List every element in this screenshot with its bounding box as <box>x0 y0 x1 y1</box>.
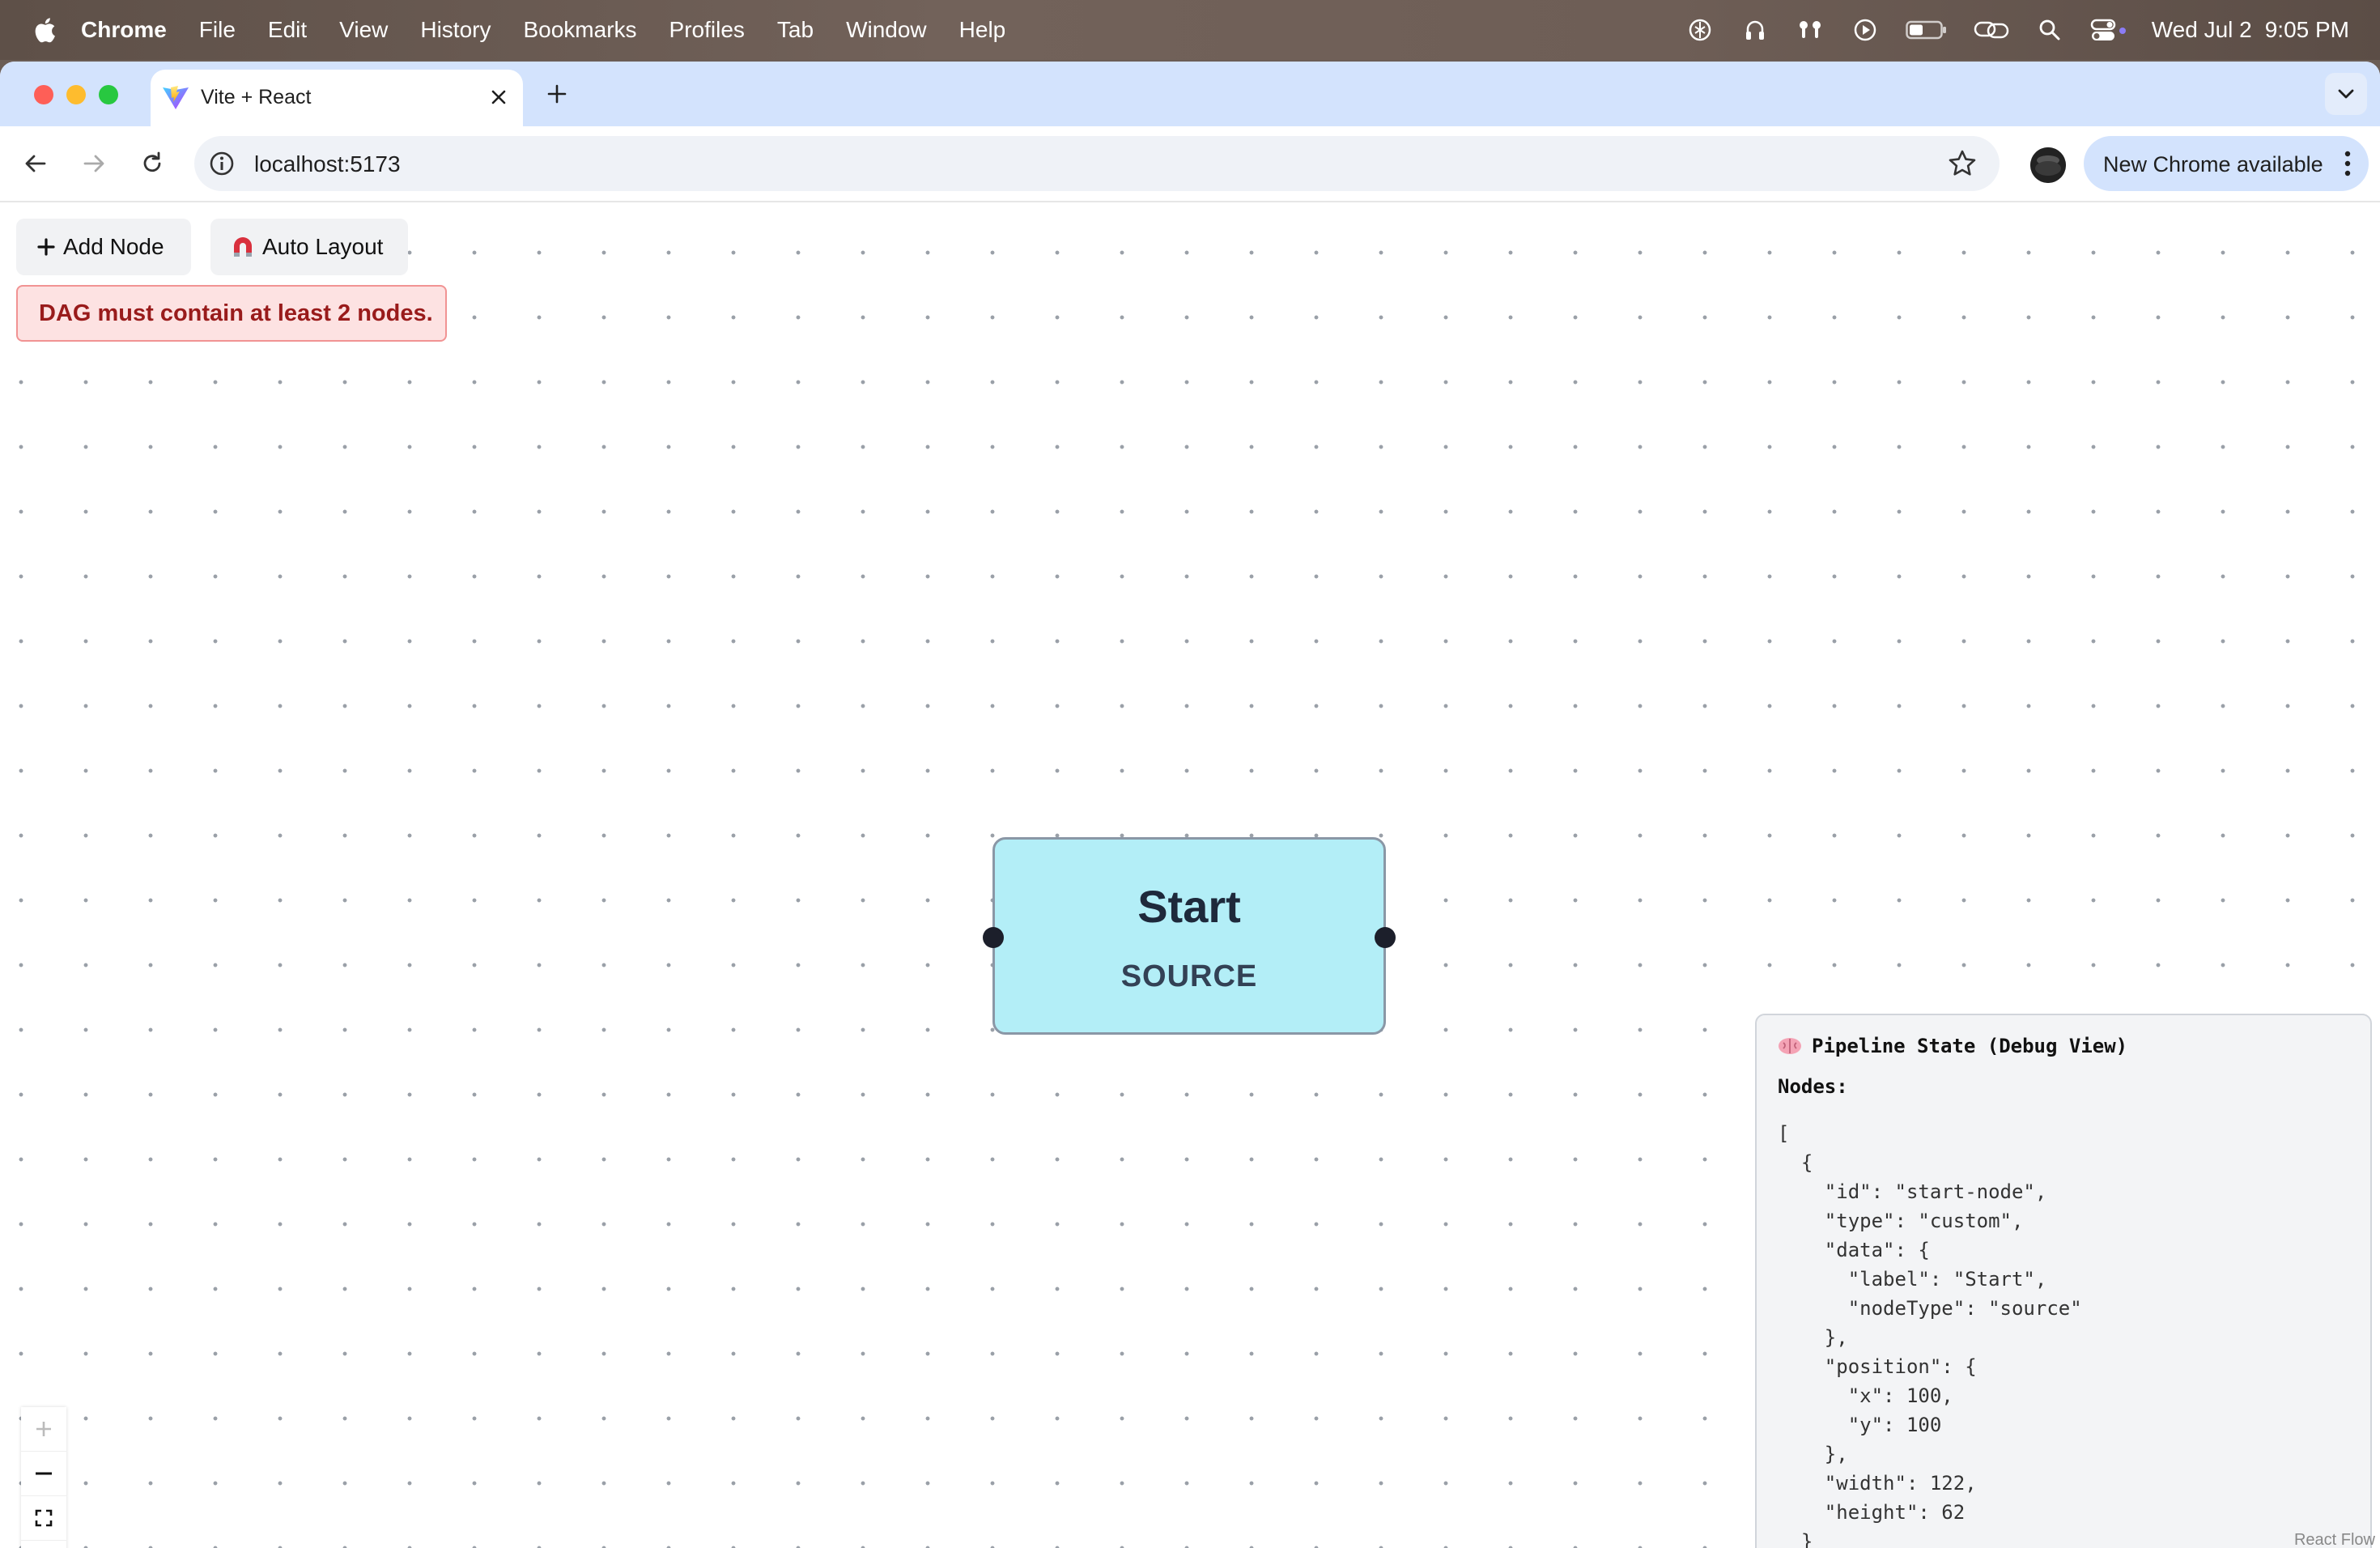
play-icon[interactable] <box>1851 15 1880 45</box>
apple-icon[interactable] <box>32 16 57 44</box>
menu-tab[interactable]: Tab <box>777 17 814 43</box>
window-maximize-button[interactable] <box>99 85 118 104</box>
tab-strip: Vite + React <box>0 62 2380 126</box>
back-arrow-icon[interactable] <box>16 144 55 183</box>
flow-canvas[interactable]: Add Node Auto Layout DAG must contain at… <box>0 202 2380 1548</box>
tab-search-icon[interactable] <box>2325 73 2367 115</box>
error-banner: DAG must contain at least 2 nodes. <box>16 285 447 342</box>
auto-layout-button[interactable]: Auto Layout <box>210 219 408 275</box>
menu-app-name[interactable]: Chrome <box>81 17 167 43</box>
debug-panel-title: Pipeline State (Debug View) <box>1812 1035 2128 1057</box>
fit-view-icon <box>35 1509 53 1527</box>
flow-node-start[interactable]: Start SOURCE <box>983 837 1396 1035</box>
reload-icon[interactable] <box>133 144 172 183</box>
link-icon[interactable] <box>1974 15 2009 45</box>
tab-title: Vite + React <box>201 86 312 108</box>
menu-bar-time[interactable]: 9:05 PM <box>2265 17 2349 43</box>
macos-menu-bar: Chrome File Edit View History Bookmarks … <box>0 0 2380 60</box>
site-info-icon[interactable] <box>207 149 236 178</box>
zoom-in-button[interactable] <box>21 1407 66 1452</box>
tab-active[interactable]: Vite + React <box>151 70 523 126</box>
menu-bar-date[interactable]: Wed Jul 2 <box>2152 17 2252 43</box>
window-minimize-button[interactable] <box>66 85 86 104</box>
plus-icon <box>37 238 55 256</box>
lock-button[interactable] <box>21 1541 66 1548</box>
node-label: Start <box>1137 881 1241 932</box>
battery-icon[interactable] <box>1905 15 1948 45</box>
add-node-button[interactable]: Add Node <box>16 219 191 275</box>
forward-arrow-icon[interactable] <box>74 144 113 183</box>
source-handle[interactable] <box>1375 927 1396 948</box>
new-chrome-available-button[interactable]: New Chrome available <box>2084 136 2369 191</box>
chatgpt-icon[interactable] <box>1685 15 1715 45</box>
zoom-in-icon <box>36 1422 51 1436</box>
more-vert-icon[interactable] <box>2343 149 2352 178</box>
fit-view-button[interactable] <box>21 1496 66 1541</box>
brain-icon <box>1779 1038 1801 1054</box>
tab-close-icon[interactable] <box>482 81 515 113</box>
bookmark-star-icon[interactable] <box>1946 147 1978 180</box>
new-chrome-label: New Chrome available <box>2103 152 2323 176</box>
search-icon[interactable] <box>2035 15 2064 45</box>
menu-edit[interactable]: Edit <box>268 17 307 43</box>
auto-layout-label: Auto Layout <box>262 234 384 259</box>
menu-help[interactable]: Help <box>959 17 1006 43</box>
menu-window[interactable]: Window <box>846 17 927 43</box>
menu-bookmarks[interactable]: Bookmarks <box>523 17 636 43</box>
nodes-json: [ { "id": "start-node", "type": "custom"… <box>1778 1122 2082 1548</box>
new-tab-icon[interactable] <box>541 78 573 110</box>
window-close-button[interactable] <box>34 85 53 104</box>
vite-icon <box>163 86 189 109</box>
profile-avatar[interactable] <box>2030 147 2066 183</box>
airpods-icon[interactable] <box>1796 15 1825 45</box>
menu-profiles[interactable]: Profiles <box>669 17 745 43</box>
url-text[interactable]: localhost:5173 <box>254 151 401 177</box>
browser-toolbar: localhost:5173 New Chrome available <box>0 126 2380 202</box>
nodes-heading: Nodes: <box>1778 1075 1848 1098</box>
zoom-out-button[interactable] <box>21 1452 66 1496</box>
react-flow-attribution[interactable]: React Flow <box>2294 1531 2375 1548</box>
control-center-icon[interactable] <box>2090 15 2127 45</box>
add-node-label: Add Node <box>63 234 164 259</box>
status-area: Wed Jul 2 9:05 PM <box>1660 0 2349 60</box>
headphones-icon[interactable] <box>1740 15 1770 45</box>
address-bar[interactable]: localhost:5173 <box>194 136 2000 191</box>
node-type-label: SOURCE <box>1120 959 1258 993</box>
browser-window: Vite + React localhost:5173 New Chrome a… <box>0 62 2380 1548</box>
menu-history[interactable]: History <box>420 17 491 43</box>
zoom-out-icon <box>36 1472 52 1475</box>
debug-panel: Pipeline State (Debug View) Nodes: [ { "… <box>1755 1014 2372 1548</box>
menu-view[interactable]: View <box>339 17 388 43</box>
menu-file[interactable]: File <box>199 17 236 43</box>
flow-controls <box>21 1407 66 1548</box>
debug-panel-header: Pipeline State (Debug View) <box>1778 1035 2349 1057</box>
magnet-icon <box>232 236 254 258</box>
